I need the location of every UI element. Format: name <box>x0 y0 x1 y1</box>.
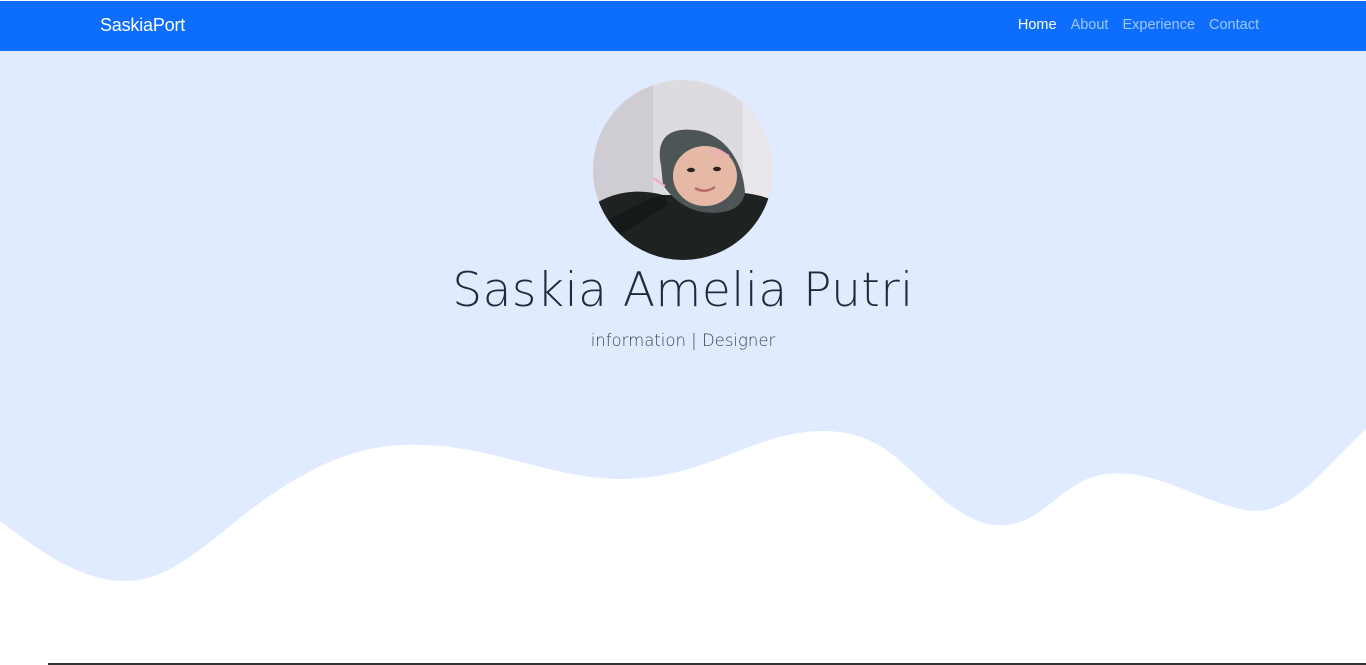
hero-subtitle: information | Designer <box>590 331 776 350</box>
brand-link[interactable]: SaskiaPort <box>100 15 185 36</box>
profile-photo-icon <box>593 80 773 260</box>
profile-avatar <box>593 80 773 260</box>
hero-name: Saskia Amelia Putri <box>452 263 914 318</box>
nav-link-about[interactable]: About <box>1071 17 1109 33</box>
nav-link-experience[interactable]: Experience <box>1122 17 1195 33</box>
hero-section: Saskia Amelia Putri information | Design… <box>0 51 1366 665</box>
nav-link-home[interactable]: Home <box>1018 17 1057 33</box>
nav-links: Home About Experience Contact <box>1018 17 1259 33</box>
nav-link-contact[interactable]: Contact <box>1209 17 1259 33</box>
navbar: SaskiaPort Home About Experience Contact <box>0 1 1366 51</box>
